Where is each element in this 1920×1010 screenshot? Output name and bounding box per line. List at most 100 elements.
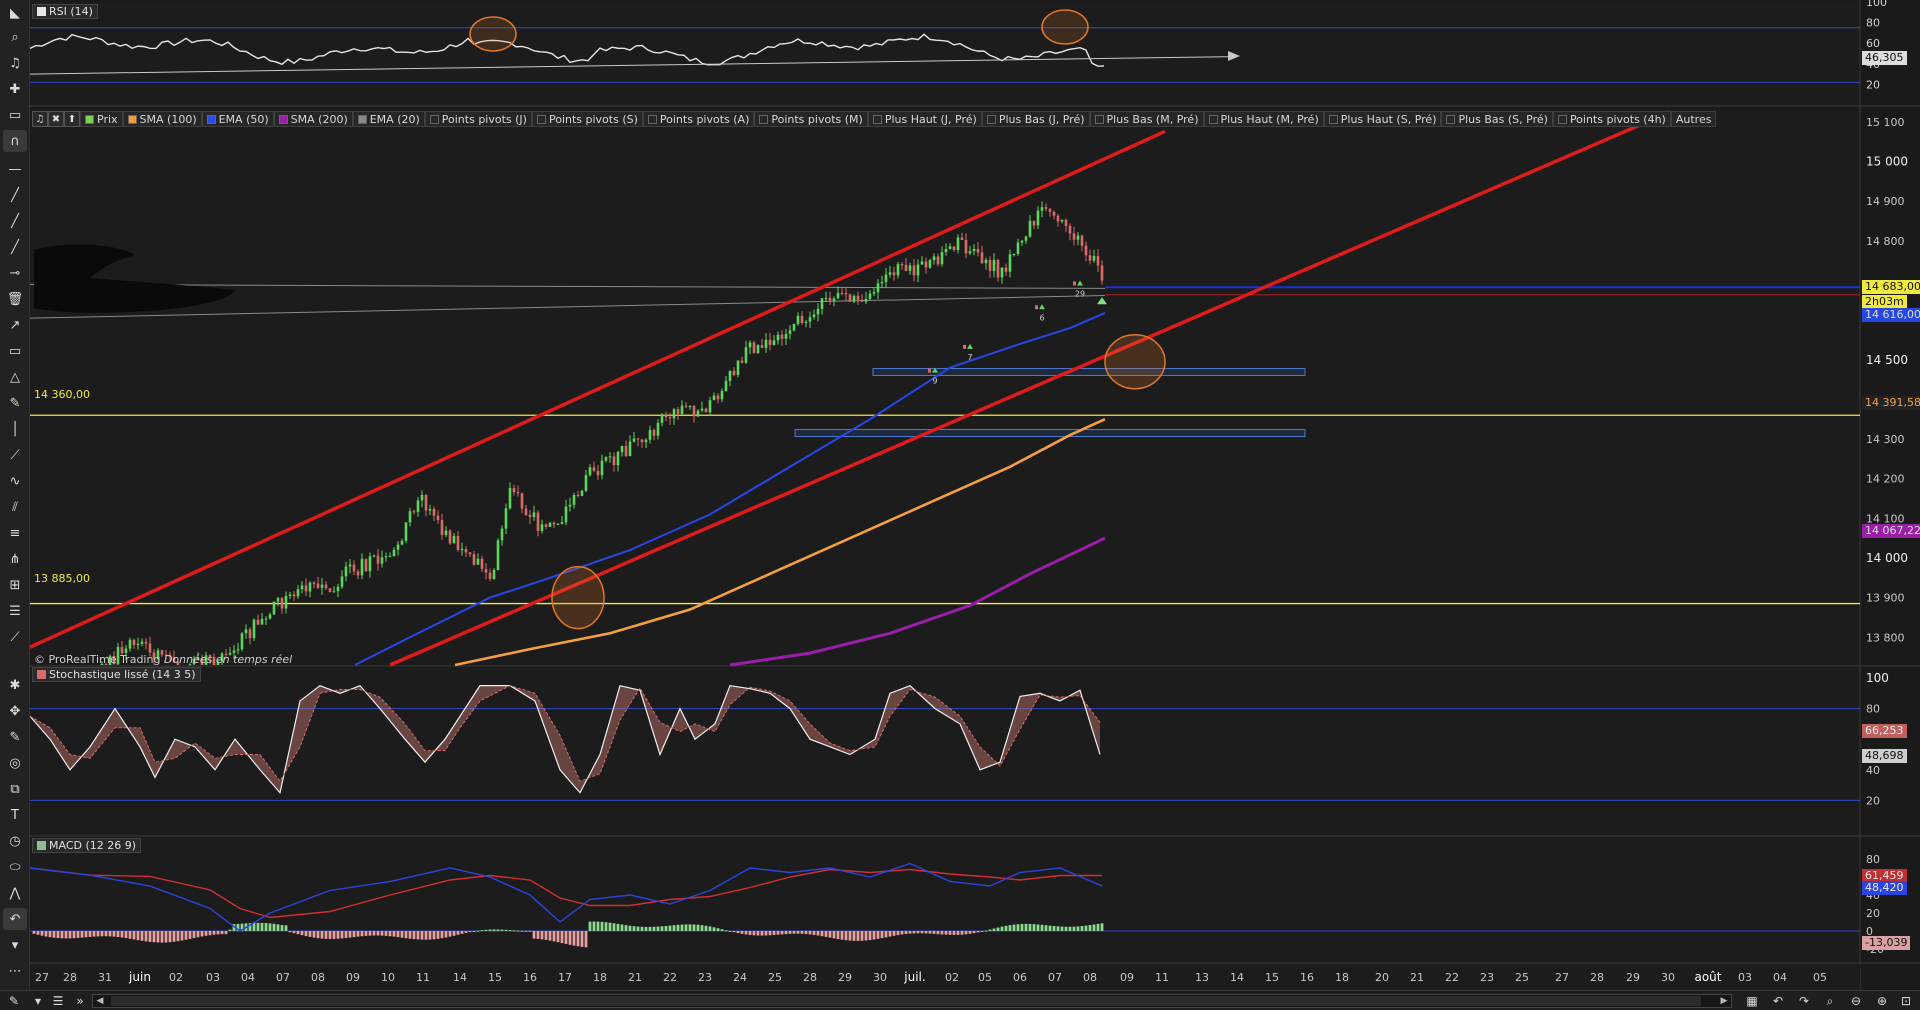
more-tools-icon[interactable]: ⋯ (3, 960, 27, 982)
x-axis-label: 14 (453, 971, 467, 984)
indicator-toggle-2[interactable]: EMA (50) (201, 111, 274, 127)
menu-icon[interactable]: ☰ (50, 993, 66, 1009)
indicator-toggle-16[interactable]: Autres (1670, 111, 1717, 127)
macd-bar (908, 931, 912, 934)
pitchfork-tool-icon[interactable]: ⋔ (3, 548, 27, 570)
alert-bell-icon[interactable]: ♫ (3, 52, 27, 74)
indicator-toggle-4[interactable]: EMA (20) (352, 111, 425, 127)
checkbox-icon[interactable] (872, 114, 882, 124)
macd-bar (164, 931, 168, 943)
macd-bar (968, 931, 972, 934)
scroll-thumb[interactable] (111, 996, 1701, 1006)
arrow-up-icon[interactable]: ⬆ (64, 111, 80, 127)
checkbox-icon[interactable] (1208, 114, 1218, 124)
ruler-tool-icon[interactable]: ▭ (3, 104, 27, 126)
time-scrollbar[interactable]: ◀ ▶ (92, 994, 1732, 1008)
zoom-region-icon[interactable]: ⌕ (1820, 993, 1840, 1009)
indicator-toggle-1[interactable]: SMA (100) (122, 111, 202, 127)
indicator-toggle-0[interactable]: Prix (80, 111, 123, 127)
checkbox-icon[interactable] (536, 114, 546, 124)
app-logo-icon[interactable]: ◣ (3, 2, 27, 24)
checkbox-icon[interactable] (647, 114, 657, 124)
chart-canvas[interactable]: 100 80 60 40 20 15 100 15 000 14 900 14 800 14 50… (30, 0, 1920, 990)
crosshair-tool-icon[interactable]: ✚ (3, 78, 27, 100)
horizontal-line-icon[interactable]: — (3, 158, 27, 180)
pencil-tool-icon[interactable]: ✎ (3, 392, 27, 414)
remove-icon[interactable]: ✖ (48, 111, 64, 127)
ellipse-tool-icon[interactable]: ⬭ (3, 856, 27, 878)
copy-tool-icon[interactable]: ⧉ (3, 778, 27, 800)
chart-area[interactable]: 100 80 60 40 20 15 100 15 000 14 900 14 800 14 50… (30, 0, 1920, 990)
undo-icon[interactable]: ↶ (1768, 993, 1788, 1009)
indicator-toggle-10[interactable]: Plus Bas (J, Pré) (981, 111, 1090, 127)
bell-icon[interactable]: ♫ (32, 111, 48, 127)
checkbox-icon[interactable] (986, 114, 996, 124)
trash-icon[interactable]: 🗑 (3, 288, 27, 310)
checkbox-icon[interactable] (759, 114, 769, 124)
expand-down-icon[interactable]: ▾ (3, 934, 27, 956)
cursor-tool-icon[interactable]: ↶ (3, 908, 27, 930)
indicator-toggle-15[interactable]: Points pivots (4h) (1552, 111, 1671, 127)
channel-tool-icon[interactable]: ⫽ (3, 496, 27, 518)
wave-tool-icon[interactable]: ∿ (3, 470, 27, 492)
macd-bar (728, 931, 732, 932)
macd-bar (608, 922, 612, 931)
trend-line-icon[interactable]: ╱ (3, 184, 27, 206)
draw-mode-icon[interactable]: ✎ (4, 993, 24, 1009)
redo-icon[interactable]: ↷ (1794, 993, 1814, 1009)
candle-body (1096, 256, 1100, 266)
scroll-right-icon[interactable]: ▶ (1717, 995, 1731, 1007)
green-line-icon[interactable]: ╱ (3, 210, 27, 232)
move-tool-icon[interactable]: ✥ (3, 700, 27, 722)
polyline-tool-icon[interactable]: ⟋ (3, 444, 27, 466)
text-tool-icon[interactable]: T (3, 804, 27, 826)
candle-body (360, 558, 364, 576)
stoch-panel-label[interactable]: Stochastique lissé (14 3 5) (32, 667, 201, 682)
indicator-toggle-5[interactable]: Points pivots (J) (424, 111, 532, 127)
indicator-toggle-8[interactable]: Points pivots (M) (754, 111, 868, 127)
candle-body (424, 494, 428, 511)
checkbox-icon[interactable] (429, 114, 439, 124)
scroll-left-icon[interactable]: ◀ (93, 995, 107, 1007)
indicator-toggle-9[interactable]: Plus Haut (J, Pré) (867, 111, 982, 127)
fib-tool-icon[interactable]: ≡ (3, 522, 27, 544)
indicator-toggle-14[interactable]: Plus Bas (S, Pré) (1441, 111, 1553, 127)
checkbox-icon[interactable] (1557, 114, 1567, 124)
checkbox-icon[interactable] (1446, 114, 1456, 124)
macd-bar (552, 931, 556, 942)
dropdown-icon[interactable]: ▾ (32, 993, 44, 1009)
macd-panel-label[interactable]: MACD (12 26 9) (32, 838, 142, 853)
arrow-line-icon[interactable]: ⊸ (3, 262, 27, 284)
red-line-icon[interactable]: ╱ (3, 236, 27, 258)
vertical-line-icon[interactable]: │ (3, 418, 27, 440)
zoom-tool-icon[interactable]: ⌕ (3, 26, 27, 48)
clock-tool-icon[interactable]: ◷ (3, 830, 27, 852)
spiral-tool-icon[interactable]: ◎ (3, 752, 27, 774)
fib-extension-icon[interactable]: ☰ (3, 600, 27, 622)
pattern-tool-icon[interactable]: ⋀ (3, 882, 27, 904)
indicator-toggle-11[interactable]: Plus Bas (M, Pré) (1089, 111, 1204, 127)
indicator-toggle-7[interactable]: Points pivots (A) (642, 111, 755, 127)
indicator-toggle-6[interactable]: Points pivots (S) (531, 111, 643, 127)
rectangle-tool-icon[interactable]: ▭ (3, 340, 27, 362)
candle-body (652, 429, 656, 436)
triangle-tool-icon[interactable]: △ (3, 366, 27, 388)
fib-fan-icon[interactable]: ⊞ (3, 574, 27, 596)
brush-tool-icon[interactable]: ✎ (3, 726, 27, 748)
zoom-out-icon[interactable]: ⊖ (1846, 993, 1866, 1009)
ray-icon[interactable]: ↗ (3, 314, 27, 336)
zoom-in-icon[interactable]: ⊕ (1872, 993, 1892, 1009)
magnet-tool-icon[interactable]: ∩ (3, 130, 27, 152)
calendar-icon[interactable]: ▦ (1742, 993, 1762, 1009)
indicator-toggle-13[interactable]: Plus Haut (S, Pré) (1323, 111, 1442, 127)
rsi-panel-label[interactable]: RSI (14) (32, 4, 98, 19)
zoom-reset-icon[interactable]: ⊡ (1896, 993, 1916, 1009)
indicator-toggle-3[interactable]: SMA (200) (273, 111, 353, 127)
checkbox-icon[interactable] (1094, 114, 1104, 124)
gann-tool-icon[interactable]: ⟋ (3, 626, 27, 648)
indicator-toggle-12[interactable]: Plus Haut (M, Pré) (1203, 111, 1324, 127)
collapse-icon[interactable]: » (72, 993, 88, 1009)
candle-body (1064, 219, 1068, 227)
checkbox-icon[interactable] (1328, 114, 1338, 124)
wrench-icon[interactable]: ✱ (3, 674, 27, 696)
